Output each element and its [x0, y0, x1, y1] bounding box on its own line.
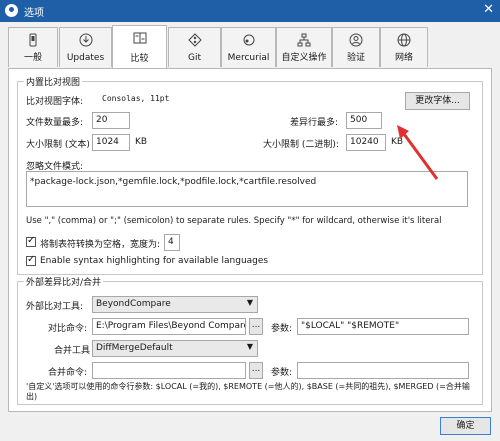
change-font-button[interactable]: 更改字体... [405, 92, 470, 110]
external-diff-group: 外部差异比对/合并 外部比对工具: BeyondCompare ▼ 对比命令: E… [17, 275, 483, 405]
merge-command-input[interactable] [92, 362, 246, 379]
tab-label: 网络 [394, 53, 413, 63]
size-limit-text-label: 大小限制 (文本) [26, 140, 90, 150]
merge-params-input[interactable] [297, 362, 469, 379]
tab-mercurial[interactable]: Mercurial [221, 27, 276, 67]
external-tool-select[interactable]: BeyondCompare ▼ [92, 296, 258, 313]
compare-command-input[interactable]: E:\Program Files\Beyond Compare [92, 318, 246, 335]
size-limit-binary-label: 大小限制 (二进制): [263, 140, 339, 150]
internal-diff-group: 内置比对视图 比对视图字体: Consolas, 11pt 更改字体... 文件… [17, 75, 483, 275]
font-label: 比对视图字体: [26, 97, 84, 107]
max-files-input[interactable]: 20 [92, 112, 130, 129]
tab-width-input[interactable]: 4 [164, 234, 180, 251]
size-limit-binary-unit: KB [391, 137, 404, 147]
max-files-label: 文件数量最多: [26, 118, 84, 128]
app-icon [5, 4, 18, 17]
tab-label: 自定义操作 [281, 53, 327, 63]
compare-params-label: 参数: [271, 324, 293, 334]
merge-command-label: 合并命令: [48, 368, 88, 378]
phone-icon [29, 33, 37, 47]
close-icon[interactable]: ✕ [483, 2, 494, 18]
compare-params-input[interactable]: "$LOCAL" "$REMOTE" [297, 318, 469, 335]
tab-label: Mercurial [227, 53, 270, 63]
external-tool-value: BeyondCompare [96, 299, 171, 309]
compare-settings-panel: 内置比对视图 比对视图字体: Consolas, 11pt 更改字体... 文件… [8, 68, 492, 412]
tab-to-space-label: 将制表符转换为空格，宽度为: [40, 240, 161, 250]
size-limit-text-unit: KB [135, 137, 148, 147]
size-limit-text-input[interactable]: 1024 [92, 134, 130, 151]
external-tool-label: 外部比对工具: [26, 302, 84, 312]
git-icon [187, 33, 202, 47]
mercurial-icon [243, 34, 254, 46]
tab-label: Git [187, 53, 201, 63]
tab-compare[interactable]: 比较 [112, 25, 167, 68]
chevron-down-icon: ▼ [246, 298, 253, 307]
size-limit-binary-input[interactable]: 10240 [346, 134, 386, 151]
tab-label: 一般 [23, 53, 42, 63]
ignore-patterns-textarea[interactable]: *package-lock.json,*gemfile.lock,*podfil… [26, 171, 468, 207]
merge-params-label: 参数: [271, 368, 293, 378]
window-title: 选项 [24, 8, 44, 19]
ok-button[interactable]: 确定 [440, 417, 491, 435]
merge-command-browse-button[interactable]: ... [249, 362, 263, 379]
chevron-down-icon: ▼ [246, 342, 253, 351]
custom-actions-icon [297, 33, 311, 47]
tab-network[interactable]: 网络 [380, 27, 428, 67]
globe-icon [397, 33, 411, 47]
merge-tool-value: DiffMergeDefault [96, 343, 173, 353]
tab-authentication[interactable]: 验证 [332, 27, 380, 67]
compare-icon [133, 32, 146, 44]
checkmark-icon: ✓ [27, 235, 36, 246]
options-window: 选项 ✕ 一般 Updates 比较 Git Mercurial 自定义操作 验… [0, 0, 500, 441]
user-icon [349, 33, 363, 47]
syntax-highlighting-label: Enable syntax highlighting for available… [40, 256, 269, 266]
title-bar: 选项 ✕ [0, 0, 500, 22]
compare-command-label: 对比命令: [48, 324, 88, 334]
tab-custom-actions[interactable]: 自定义操作 [276, 27, 332, 67]
tab-git[interactable]: Git [168, 27, 221, 67]
rules-help-text: Use "," (comma) or ";" (semicolon) to se… [26, 216, 442, 226]
tab-to-space-checkbox[interactable]: ✓ [26, 235, 36, 247]
group-title: 外部差异比对/合并 [24, 275, 104, 288]
tab-label: 验证 [346, 53, 365, 63]
checkmark-icon: ✓ [27, 254, 36, 265]
syntax-highlighting-checkbox[interactable]: ✓ [26, 254, 36, 266]
download-icon [79, 33, 92, 47]
compare-command-browse-button[interactable]: ... [249, 318, 263, 335]
custom-params-footnote: '自定义'选项可以使用的命令行参数: $LOCAL (=我的), $REMOTE… [26, 382, 470, 401]
tab-label: 比较 [130, 54, 149, 64]
max-diff-lines-label: 差异行最多: [290, 118, 339, 128]
tab-general[interactable]: 一般 [8, 27, 58, 67]
merge-tool-select[interactable]: DiffMergeDefault ▼ [92, 340, 258, 357]
tab-label: Updates [66, 53, 105, 63]
group-title: 内置比对视图 [24, 75, 83, 88]
max-diff-lines-input[interactable]: 500 [346, 112, 382, 129]
font-value: Consolas, 11pt [102, 94, 170, 103]
merge-tool-label: 合并工具 [54, 346, 91, 356]
tab-updates[interactable]: Updates [59, 27, 112, 67]
